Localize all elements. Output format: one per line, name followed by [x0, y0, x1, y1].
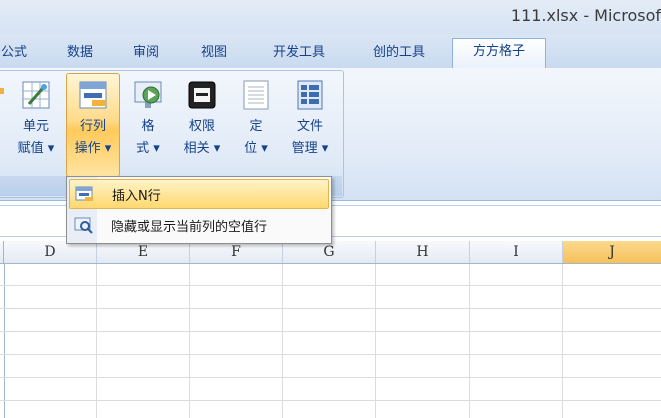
grid-line [189, 264, 190, 418]
file-manage-label-2: 管理 ▾ [291, 141, 329, 156]
ribbon-tab-row: 公式 数据 审阅 视图 开发工具 创的工具 方方格子 [0, 34, 661, 69]
hide-show-icon [74, 216, 94, 234]
permission-icon [185, 78, 219, 112]
insert-n-rows-label: 插入N行 [112, 189, 161, 204]
column-header-i[interactable]: I [470, 241, 563, 263]
column-header-e[interactable]: E [97, 241, 190, 263]
grid-line [282, 264, 283, 418]
cell-assign-button[interactable]: 单元 赋值 ▾ [12, 74, 60, 170]
file-manage-icon [293, 78, 327, 112]
cell-assign-icon [19, 78, 53, 112]
row-column-ops-button[interactable]: 行列 操作 ▾ [66, 73, 120, 177]
tab-data[interactable]: 数据 [60, 40, 100, 68]
column-header-h[interactable]: H [376, 241, 470, 263]
grid-line [0, 331, 661, 332]
file-manage-button[interactable]: 文件 管理 ▾ [286, 74, 334, 170]
format-label-1: 格 [141, 119, 155, 134]
file-manage-label-1: 文件 [296, 119, 323, 134]
menu-item-hide-show-empty-rows[interactable]: 隐藏或显示当前列的空值行 [69, 211, 327, 239]
column-header-d[interactable]: D [4, 241, 97, 263]
column-header-row: D E F G H I J [0, 241, 661, 264]
permission-button[interactable]: 权限 相关 ▾ [178, 74, 226, 170]
window-title: 111.xlsx - Microsof [510, 6, 661, 25]
tab-view[interactable]: 视图 [194, 40, 234, 68]
column-header-f[interactable]: F [190, 241, 283, 263]
title-bar: 111.xlsx - Microsof [0, 0, 661, 34]
tab-developer[interactable]: 开发工具 [262, 40, 336, 68]
format-icon [131, 78, 165, 112]
grid-line [469, 264, 470, 418]
grid-line [0, 377, 661, 378]
format-label-2: 式 ▾ [136, 141, 160, 156]
menu-item-insert-n-rows[interactable]: 插入N行 [69, 179, 329, 209]
column-header-j[interactable]: J [563, 241, 661, 263]
grid-line [0, 285, 661, 286]
cell-grid[interactable] [0, 264, 661, 418]
locate-icon [239, 78, 273, 112]
insert-rows-icon [75, 185, 95, 203]
hide-show-empty-rows-label: 隐藏或显示当前列的空值行 [111, 220, 268, 235]
row-column-label-2: 操作 ▾ [74, 141, 112, 156]
partial-icon [0, 88, 4, 94]
format-button[interactable]: 格 式 ▾ [124, 74, 172, 170]
tab-formulas[interactable]: 公式 [0, 40, 32, 68]
grid-line [4, 264, 5, 418]
grid-line [562, 264, 563, 418]
column-header-g[interactable]: G [283, 241, 376, 263]
row-column-icon [76, 78, 110, 112]
grid-line [96, 264, 97, 418]
tab-review[interactable]: 审阅 [126, 40, 166, 68]
row-column-label-1: 行列 [79, 119, 106, 134]
tab-chuang-tools[interactable]: 创的工具 [362, 40, 436, 68]
locate-label-2: 位 ▾ [244, 141, 268, 156]
grid-line [375, 264, 376, 418]
locate-label-1: 定 [249, 119, 263, 134]
permission-label-2: 相关 ▾ [183, 141, 221, 156]
grid-line [0, 354, 661, 355]
permission-label-1: 权限 [188, 119, 215, 134]
cell-assign-label-2: 赋值 ▾ [17, 141, 55, 156]
grid-line [0, 308, 661, 309]
grid-line [0, 400, 661, 401]
cell-assign-label-1: 单元 [22, 119, 49, 134]
tab-fangfang-gezi[interactable]: 方方格子 [452, 38, 546, 69]
locate-button[interactable]: 定 位 ▾ [232, 74, 280, 170]
row-column-ops-menu: 插入N行 隐藏或显示当前列的空值行 [66, 176, 332, 244]
